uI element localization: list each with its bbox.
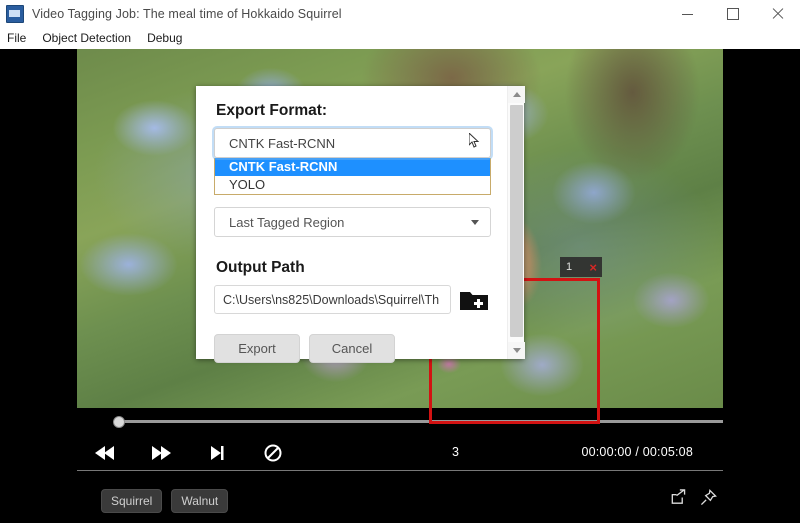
maximize-button[interactable]	[710, 0, 755, 28]
window-controls	[665, 0, 800, 28]
region-number: 1	[566, 261, 573, 273]
time-display: 00:00:00 / 00:05:08	[581, 445, 693, 459]
dropdown-option-cntk-fast-rcnn[interactable]: CNTK Fast-RCNN	[215, 158, 490, 176]
output-path-label: Output Path	[216, 259, 305, 276]
scrollbar-thumb[interactable]	[510, 105, 523, 337]
app-icon	[6, 5, 24, 23]
application-window: Video Tagging Job: The meal time of Hokk…	[0, 0, 800, 523]
close-button[interactable]	[755, 0, 800, 28]
tag-actions	[669, 489, 717, 506]
skip-to-end-button[interactable]	[189, 433, 245, 473]
browse-folder-button[interactable]	[459, 287, 489, 313]
minimize-button[interactable]	[665, 0, 710, 28]
mouse-cursor-icon	[469, 133, 480, 148]
region-delete-icon[interactable]: ×	[589, 261, 602, 274]
export-format-label: Export Format:	[216, 102, 328, 119]
skip-end-icon	[211, 446, 224, 460]
menu-bar: File Object Detection Debug	[0, 28, 800, 49]
disable-tagging-button[interactable]	[245, 433, 301, 473]
menu-item-file[interactable]: File	[0, 28, 34, 49]
tag-bar: Squirrel Walnut	[77, 481, 723, 521]
seek-bar-track[interactable]	[117, 420, 723, 423]
minimize-icon	[682, 13, 693, 15]
scroll-down-arrow-icon	[512, 348, 521, 353]
tag-chip-walnut[interactable]: Walnut	[171, 489, 229, 513]
output-path-row	[214, 285, 489, 314]
scroll-up-arrow-icon	[512, 92, 521, 97]
cancel-button[interactable]: Cancel	[309, 334, 395, 363]
divider	[77, 470, 723, 471]
scroll-up-button[interactable]	[508, 86, 525, 103]
tag-chip-squirrel[interactable]: Squirrel	[101, 489, 163, 513]
window-title: Video Tagging Job: The meal time of Hokk…	[32, 7, 342, 21]
rewind-button[interactable]	[77, 433, 133, 473]
menu-item-debug[interactable]: Debug	[139, 28, 190, 49]
pin-icon[interactable]	[700, 489, 717, 506]
export-format-select[interactable]: CNTK Fast-RCNN	[214, 128, 491, 158]
export-format-value: CNTK Fast-RCNN	[229, 135, 336, 151]
region-scope-select[interactable]: Last Tagged Region	[214, 207, 491, 237]
scroll-down-button[interactable]	[508, 342, 525, 359]
maximize-icon	[726, 8, 739, 20]
output-path-input[interactable]	[214, 285, 451, 314]
rewind-icon	[95, 446, 114, 460]
export-format-dropdown[interactable]: CNTK Fast-RCNN YOLO	[214, 158, 491, 195]
playback-controls: 3 00:00:00 / 00:05:08	[77, 433, 723, 473]
fast-forward-button[interactable]	[133, 433, 189, 473]
region-label-badge: 1 ×	[560, 257, 602, 277]
fast-forward-icon	[152, 446, 171, 460]
title-bar: Video Tagging Job: The meal time of Hokk…	[0, 0, 800, 29]
folder-add-icon	[460, 291, 488, 310]
chevron-down-icon	[471, 220, 479, 225]
no-entry-icon	[264, 444, 282, 462]
close-icon	[772, 8, 784, 20]
seek-bar-handle[interactable]	[113, 416, 125, 428]
export-dialog-body: Export Format: CNTK Fast-RCNN CNTK Fast-…	[196, 86, 507, 363]
region-scope-value: Last Tagged Region	[229, 214, 345, 230]
share-export-icon[interactable]	[669, 489, 686, 506]
dialog-buttons: Export Cancel	[214, 334, 489, 363]
frame-number: 3	[452, 445, 459, 459]
export-dialog: Export Format: CNTK Fast-RCNN CNTK Fast-…	[196, 86, 525, 363]
export-button[interactable]: Export	[214, 334, 300, 363]
seek-bar[interactable]	[77, 415, 723, 428]
menu-item-object-detection[interactable]: Object Detection	[34, 28, 139, 49]
dialog-scrollbar[interactable]	[507, 86, 525, 359]
dropdown-option-yolo[interactable]: YOLO	[215, 176, 490, 194]
